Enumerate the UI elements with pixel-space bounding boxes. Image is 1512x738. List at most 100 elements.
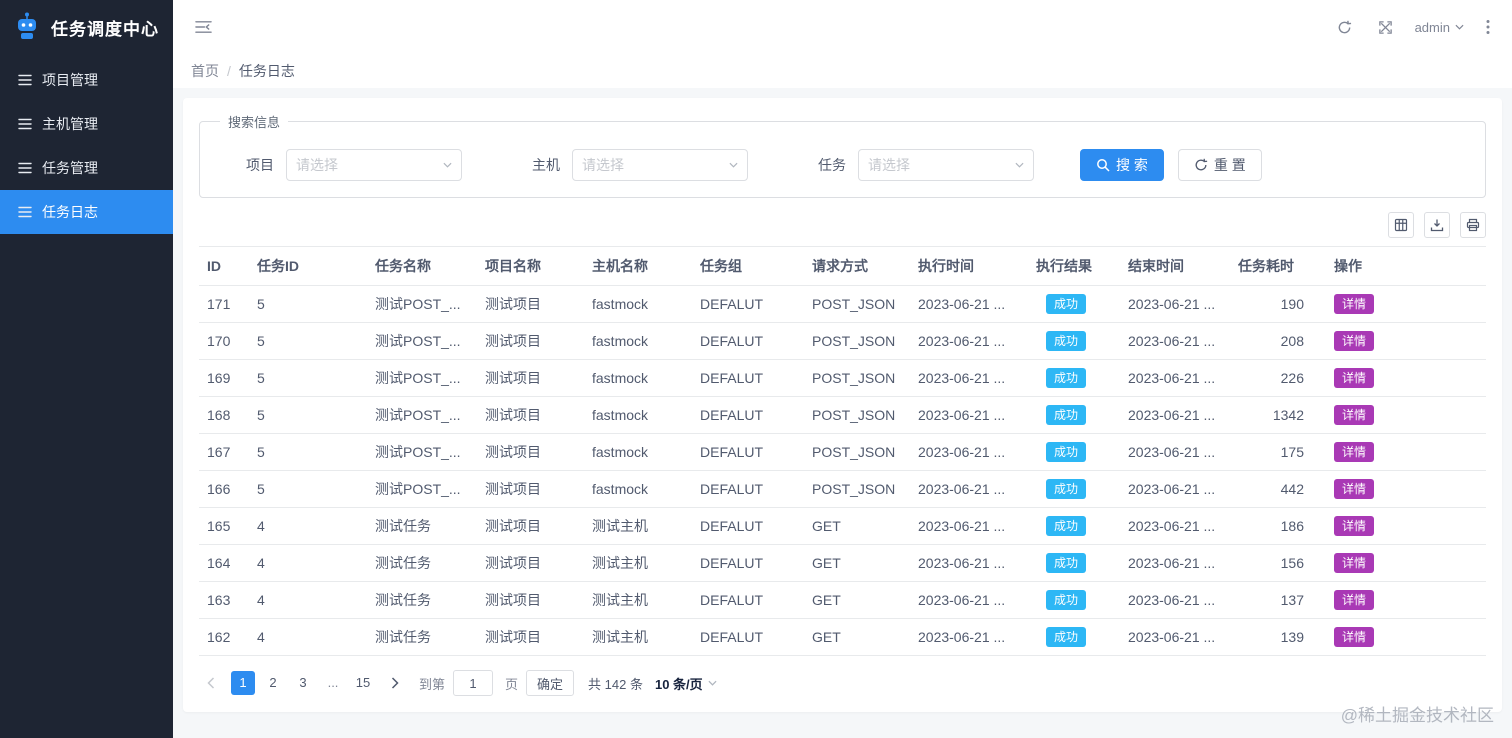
cell-project: 测试项目 (477, 285, 584, 323)
fullscreen-button[interactable] (1374, 16, 1397, 39)
table-row: 163 4 测试任务 测试项目 测试主机 DEFALUT GET 2023-06-21 ...… (199, 581, 1486, 619)
detail-button[interactable]: 详情 (1334, 368, 1375, 388)
sidebar-item-project-management[interactable]: 项目管理 (0, 58, 173, 102)
goto-page-input[interactable] (453, 670, 494, 696)
reset-button[interactable]: 重 置 (1177, 149, 1262, 181)
cell-group: DEFALUT (692, 322, 804, 360)
cell-result: 成功 (1028, 470, 1120, 508)
cell-end_time: 2023-06-21 ... (1120, 618, 1230, 656)
cell-end_time: 2023-06-21 ... (1120, 359, 1230, 397)
detail-button[interactable]: 详情 (1334, 331, 1375, 351)
main-area: admin 首页 / 任务日志 搜索信息 项目 请选择 主机 请选择 任务 请选… (173, 0, 1512, 738)
detail-button[interactable]: 详情 (1334, 590, 1375, 610)
detail-button[interactable]: 详情 (1334, 553, 1375, 573)
page-number-2[interactable]: 2 (261, 671, 285, 695)
more-menu-button[interactable] (1482, 15, 1494, 39)
chevron-down-icon (443, 162, 452, 168)
cell-host: fastmock (584, 470, 692, 508)
cell-result: 成功 (1028, 322, 1120, 360)
detail-button[interactable]: 详情 (1334, 516, 1375, 536)
cell-id: 170 (199, 322, 249, 360)
cell-group: DEFALUT (692, 396, 804, 434)
page-number-3[interactable]: 3 (291, 671, 315, 695)
sidebar: 任务调度中心 项目管理 主机管理 任务管理 任务日志 (0, 0, 173, 738)
cell-method: POST_JSON (804, 470, 910, 508)
detail-button[interactable]: 详情 (1334, 294, 1375, 314)
page-size-label: 10 条/页 (654, 676, 703, 692)
cell-project: 测试项目 (477, 433, 584, 471)
cell-host: fastmock (584, 433, 692, 471)
column-header: 项目名称 (477, 246, 584, 286)
host-select[interactable]: 请选择 (572, 149, 748, 181)
page-size-select[interactable]: 10 条/页 (655, 674, 717, 693)
topbar: admin (173, 0, 1512, 54)
cell-id: 167 (199, 433, 249, 471)
table-body: 171 5 测试POST_... 测试项目 fastmock DEFALUT POST_JS… (199, 285, 1486, 656)
cell-duration: 137 (1230, 581, 1326, 619)
cell-result: 成功 (1028, 581, 1120, 619)
breadcrumb-home[interactable]: 首页 (191, 61, 219, 81)
columns-setting-button[interactable] (1388, 212, 1414, 238)
detail-button[interactable]: 详情 (1334, 479, 1375, 499)
cell-host: fastmock (584, 322, 692, 360)
filter-task: 任务 请选择 (790, 149, 1034, 181)
page-number-15[interactable]: 15 (351, 671, 375, 695)
sidebar-item-host-management[interactable]: 主机管理 (0, 102, 173, 146)
success-badge: 成功 (1046, 405, 1087, 425)
cell-exec_time: 2023-06-21 ... (910, 581, 1028, 619)
sidebar-collapse-button[interactable] (191, 16, 216, 38)
cell-action: 详情 (1326, 322, 1486, 360)
sidebar-item-task-management[interactable]: 任务管理 (0, 146, 173, 190)
cell-task_id: 4 (249, 507, 367, 545)
next-page-button[interactable] (383, 671, 407, 695)
project-select[interactable]: 请选择 (286, 149, 462, 181)
cell-exec_time: 2023-06-21 ... (910, 322, 1028, 360)
detail-button[interactable]: 详情 (1334, 405, 1375, 425)
cell-task_id: 4 (249, 618, 367, 656)
table-toolbar (199, 212, 1486, 238)
sidebar-item-task-log[interactable]: 任务日志 (0, 190, 173, 234)
breadcrumb-current: 任务日志 (238, 63, 295, 79)
prev-page-button[interactable] (199, 671, 223, 695)
host-label: 主机 (532, 157, 560, 173)
cell-task_id: 5 (249, 470, 367, 508)
goto-confirm-button[interactable]: 确定 (526, 670, 575, 696)
cell-method: GET (804, 581, 910, 619)
print-button[interactable] (1460, 212, 1486, 238)
select-placeholder: 请选择 (868, 157, 910, 173)
search-button[interactable]: 搜 索 (1080, 149, 1164, 181)
cell-task_name: 测试任务 (367, 544, 477, 582)
menu-list-icon (18, 162, 32, 174)
cell-result: 成功 (1028, 507, 1120, 545)
table-row: 171 5 测试POST_... 测试项目 fastmock DEFALUT POST_JS… (199, 285, 1486, 323)
export-button[interactable] (1424, 212, 1450, 238)
cell-duration: 442 (1230, 470, 1326, 508)
detail-button[interactable]: 详情 (1334, 442, 1375, 462)
cell-id: 169 (199, 359, 249, 397)
cell-host: fastmock (584, 285, 692, 323)
cell-task_id: 5 (249, 396, 367, 434)
cell-group: DEFALUT (692, 433, 804, 471)
app-root: 任务调度中心 项目管理 主机管理 任务管理 任务日志 admin 首页 / 任务… (0, 0, 1512, 738)
refresh-button[interactable] (1333, 16, 1356, 39)
cell-duration: 175 (1230, 433, 1326, 471)
cell-task_name: 测试POST_... (367, 396, 477, 434)
table-row: 166 5 测试POST_... 测试项目 fastmock DEFALUT POST_JS… (199, 470, 1486, 508)
cell-duration: 226 (1230, 359, 1326, 397)
cell-id: 168 (199, 396, 249, 434)
user-menu[interactable]: admin (1415, 20, 1464, 35)
cell-action: 详情 (1326, 507, 1486, 545)
app-logo: 任务调度中心 (0, 0, 173, 54)
task-label: 任务 (818, 157, 846, 173)
cell-method: POST_JSON (804, 322, 910, 360)
cell-task_name: 测试POST_... (367, 322, 477, 360)
detail-button[interactable]: 详情 (1334, 627, 1375, 647)
page-number-1[interactable]: 1 (231, 671, 255, 695)
content: 搜索信息 项目 请选择 主机 请选择 任务 请选择 搜 索 重 置 ID 任务I… (173, 88, 1512, 738)
cell-project: 测试项目 (477, 396, 584, 434)
table-row: 169 5 测试POST_... 测试项目 fastmock DEFALUT POST_JS… (199, 359, 1486, 397)
table-row: 164 4 测试任务 测试项目 测试主机 DEFALUT GET 2023-06-21 ...… (199, 544, 1486, 582)
task-select[interactable]: 请选择 (858, 149, 1034, 181)
cell-duration: 139 (1230, 618, 1326, 656)
cell-duration: 186 (1230, 507, 1326, 545)
